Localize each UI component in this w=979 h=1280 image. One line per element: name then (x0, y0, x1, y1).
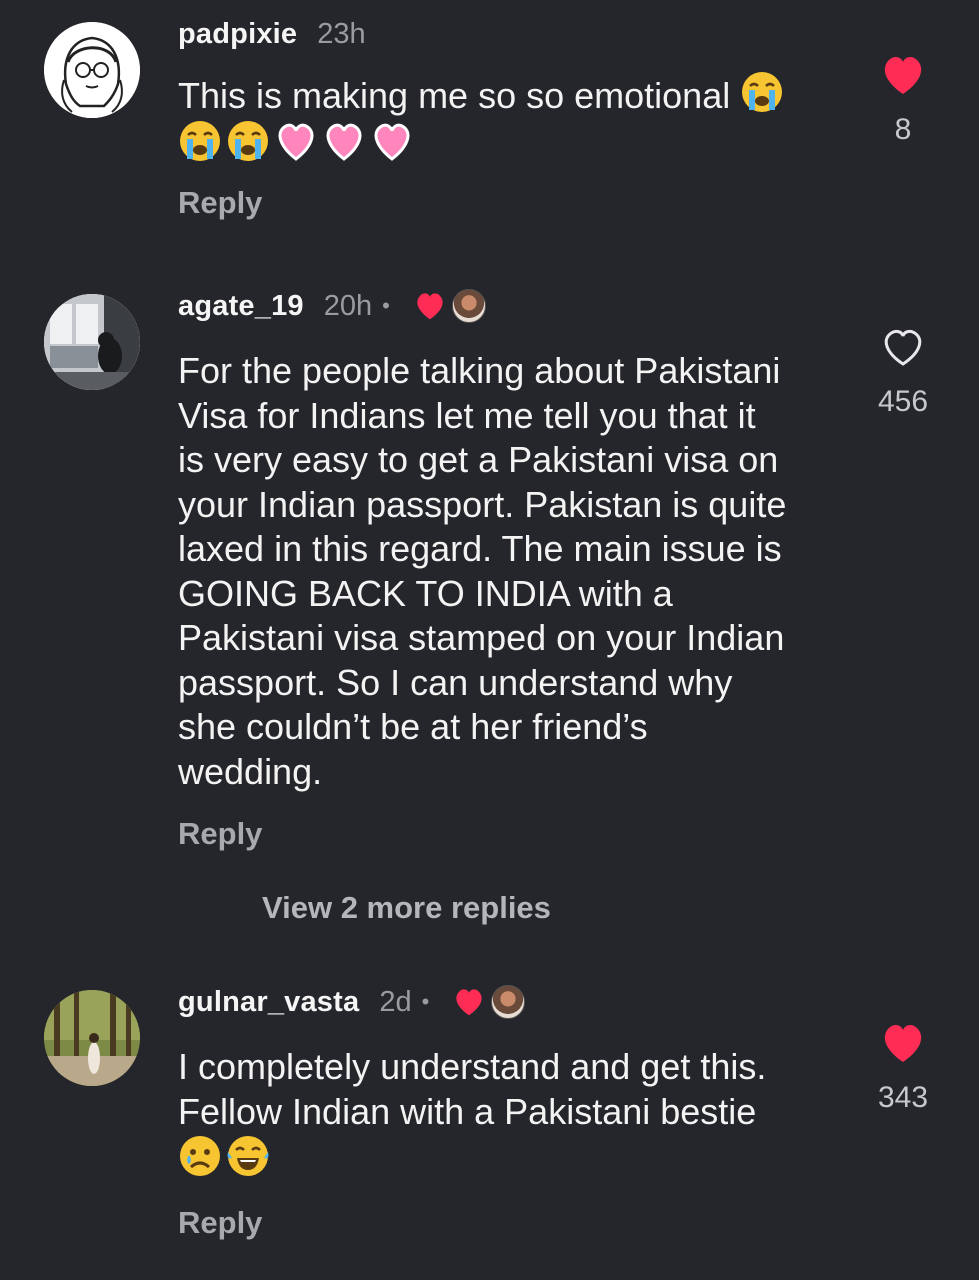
avatar[interactable] (44, 22, 140, 118)
creator-avatar (451, 289, 486, 323)
laughing-tears-face-icon (227, 1136, 269, 1176)
username[interactable]: gulnar_vasta (178, 986, 359, 1019)
emoji-line (178, 1136, 274, 1180)
reply-button[interactable]: Reply (178, 816, 828, 852)
comment-meta: gulnar_vasta 2d • (178, 982, 828, 1022)
creator-liked-badge (414, 291, 446, 321)
like-column: 456 (860, 326, 946, 419)
timestamp: 23h (317, 17, 366, 50)
creator-avatar (491, 985, 526, 1019)
pink-heart-icon (326, 123, 362, 161)
avatar[interactable] (44, 990, 140, 1086)
heart-outline-icon[interactable] (880, 326, 926, 368)
creator-liked-badge (453, 987, 485, 1017)
comment-text: For the people talking about Pakistani V… (178, 350, 787, 792)
like-count: 456 (877, 385, 929, 418)
like-column: 8 (860, 54, 946, 147)
like-count: 343 (877, 1081, 929, 1114)
timestamp: 20h (323, 289, 373, 322)
heart-filled-icon (456, 989, 482, 1016)
like-count: 8 (894, 113, 912, 146)
like-column: 343 (860, 1022, 946, 1115)
view-more-replies-button[interactable]: View 2 more replies (262, 890, 551, 926)
heart-filled-icon (417, 293, 443, 320)
comment-text-content: I completely understand and get this. Fe… (178, 1046, 767, 1132)
sad-tear-face-icon (180, 1136, 220, 1176)
username[interactable]: padpixie (178, 18, 297, 51)
heart-filled-icon[interactable] (880, 54, 926, 96)
pink-heart-icon (374, 123, 410, 161)
crying-face-icon (180, 120, 220, 161)
separator-dot: • (421, 989, 430, 1014)
separator-dot: • (382, 293, 390, 318)
crying-face-icon (228, 120, 268, 161)
username[interactable]: agate_19 (178, 290, 304, 323)
comment-meta: padpixie 23h (178, 14, 828, 54)
avatar[interactable] (44, 294, 140, 390)
emoji-line (178, 120, 418, 165)
comment-text-content: This is making me so so emotional (178, 75, 731, 116)
heart-filled-icon[interactable] (880, 1022, 926, 1064)
reply-button[interactable]: Reply (178, 1205, 828, 1241)
comment-text: This is making me so so emotional (178, 70, 828, 167)
comment-text: I completely understand and get this. Fe… (178, 1045, 828, 1183)
comment-meta: agate_19 20h • (178, 286, 828, 326)
crying-face-icon (742, 72, 783, 112)
timestamp: 2d (379, 985, 412, 1018)
pink-heart-icon (278, 123, 314, 161)
reply-button[interactable]: Reply (178, 185, 828, 221)
